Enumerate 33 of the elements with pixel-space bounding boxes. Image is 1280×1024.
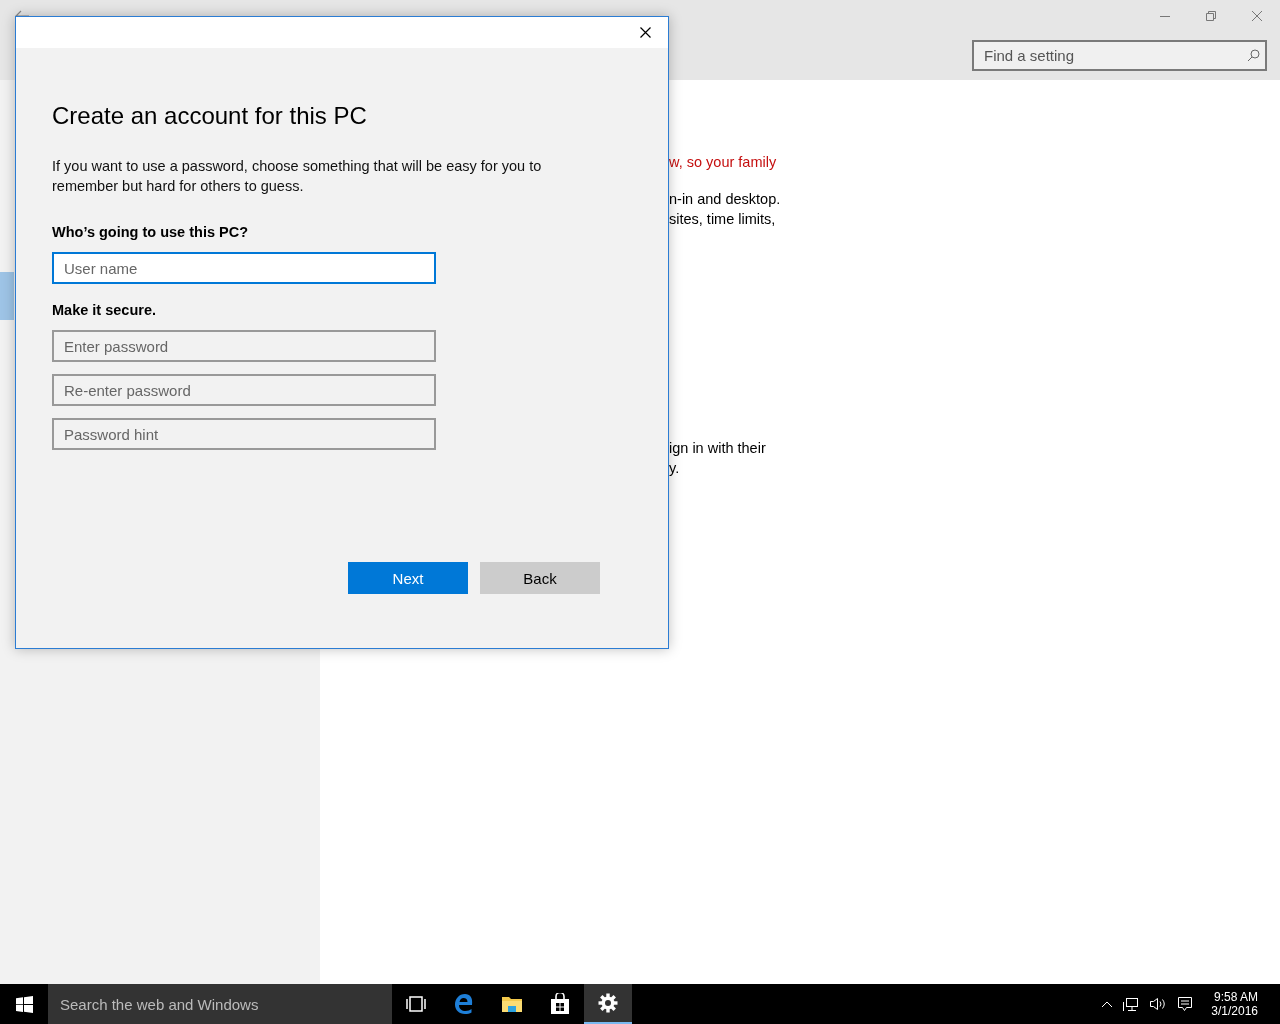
dialog-description: If you want to use a password, choose something that will be easy for you to remember but hard for others to guess.: [52, 157, 543, 196]
warning-text: w, so your family: [669, 153, 778, 172]
description-text: sites, time limits,: [669, 210, 777, 229]
folder-icon: [501, 995, 523, 1013]
input-field[interactable]: Re-enter password: [52, 374, 436, 406]
gear-icon: [598, 993, 618, 1013]
next-button[interactable]: Next: [348, 562, 468, 594]
clock-date[interactable]: 3/1/2016: [1211, 1004, 1258, 1018]
shopping-bag-icon: [550, 993, 570, 1015]
taskbar-button[interactable]: [584, 984, 632, 1024]
task-view-icon: [405, 996, 427, 1012]
input-field[interactable]: Enter password: [52, 330, 436, 362]
section-label: Make it secure.: [52, 302, 157, 318]
dialog-heading: Create an account for this PC: [52, 102, 368, 130]
chevron-up-icon[interactable]: [1101, 1000, 1114, 1008]
close-icon[interactable]: [639, 27, 651, 38]
restore-icon[interactable]: [1205, 10, 1217, 22]
clock-time[interactable]: 9:58 AM: [1213, 990, 1258, 1004]
description-text: n-in and desktop.: [669, 190, 782, 209]
speaker-icon[interactable]: [1149, 997, 1168, 1011]
section-label: Who’s going to use this PC?: [52, 224, 249, 240]
taskbar-search-field[interactable]: Search the web and Windows: [48, 984, 392, 1024]
back-button[interactable]: Back: [480, 562, 600, 594]
description-text: ign in with their: [669, 439, 767, 458]
input-field[interactable]: User name: [52, 252, 436, 284]
description-text: y.: [669, 459, 681, 478]
notification-icon[interactable]: [1177, 996, 1194, 1012]
browser-icon: [453, 993, 475, 1015]
input-field[interactable]: Password hint: [52, 418, 436, 450]
network-icon[interactable]: [1123, 996, 1140, 1012]
windows-icon: [15, 995, 33, 1013]
search-field[interactable]: Find a setting: [972, 40, 1267, 71]
search-icon: [1247, 49, 1260, 62]
